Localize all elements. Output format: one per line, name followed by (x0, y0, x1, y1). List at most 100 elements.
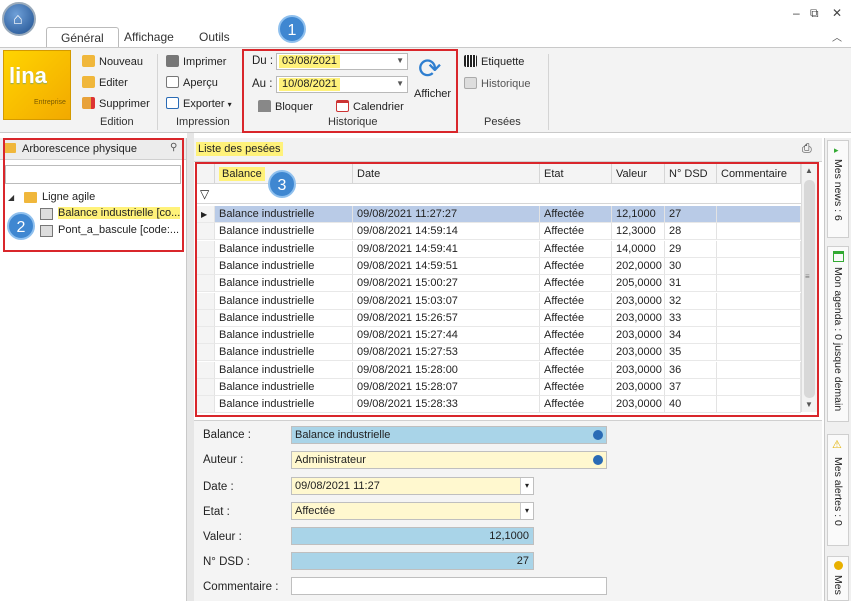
chevron-down-icon[interactable]: ▼ (396, 56, 404, 65)
print-button[interactable]: Imprimer (166, 53, 226, 71)
new-button[interactable]: Nouveau (82, 53, 143, 71)
to-label: Au : (252, 78, 273, 90)
to-date-value: 10/08/2021 (279, 78, 341, 91)
tab-affichage[interactable]: Affichage (110, 27, 188, 47)
edition-group-label: Edition (100, 116, 134, 128)
date-value: 09/08/2021 11:27 (295, 480, 380, 492)
dsd-field[interactable]: 27 (291, 552, 534, 570)
side-tab-more-label: Mes (832, 575, 844, 595)
edit-label: Editer (99, 77, 128, 89)
delete-button[interactable]: Supprimer (82, 95, 150, 113)
annotation-box-3 (195, 162, 819, 417)
side-panel: ▸ Mes news : 6 Mon agenda : 0 jusque dem… (824, 138, 851, 601)
new-label: Nouveau (99, 56, 144, 68)
tab-outils[interactable]: Outils (185, 27, 244, 47)
delete-label: Supprimer (99, 98, 150, 110)
show-button[interactable]: ⟳ Afficher (414, 53, 454, 103)
side-tab-news[interactable]: ▸ Mes news : 6 (827, 140, 849, 238)
side-tab-more[interactable]: Mes (827, 556, 849, 601)
splitter[interactable] (187, 133, 194, 601)
lina-logo: lina Entreprise (3, 50, 71, 120)
ribbon-divider (0, 47, 851, 48)
balance-field[interactable]: Balance industrielle (291, 426, 607, 444)
minimize-button[interactable]: – (793, 6, 800, 20)
export-icon (166, 97, 179, 109)
logo-text: lina (9, 63, 47, 88)
barcode-icon (464, 55, 477, 67)
chevron-down-icon[interactable]: ▾ (520, 503, 533, 519)
collapse-ribbon-icon[interactable]: ︿ (832, 29, 842, 44)
restore-button[interactable]: ⧉ (810, 6, 819, 21)
separator (157, 54, 158, 130)
list-pane-title: Liste des pesées (196, 142, 283, 156)
folder-edit-icon (82, 76, 95, 88)
news-icon: ▸ (834, 145, 839, 155)
balance-label: Balance : (203, 429, 251, 441)
commentaire-field[interactable] (291, 577, 607, 595)
lock-button[interactable]: Bloquer (258, 98, 313, 116)
open-link-icon[interactable] (593, 455, 603, 465)
app-menu-button[interactable]: ⌂ (2, 2, 36, 36)
side-tab-news-label: Mes news : 6 (832, 159, 844, 221)
export-label: Exporter (183, 98, 225, 110)
tab-general[interactable]: Général (46, 27, 119, 47)
etat-label: Etat : (203, 506, 230, 518)
etat-select[interactable]: Affectée ▾ (291, 502, 534, 520)
logo-subtext: Entreprise (34, 99, 66, 106)
list-pane-header: Liste des pesées ⎙ (194, 138, 822, 162)
from-date-value: 03/08/2021 (279, 55, 341, 68)
etat-value: Affectée (295, 505, 336, 517)
calendar-icon (833, 251, 844, 262)
annotation-badge-3: 3 (268, 170, 296, 198)
calendar-icon (336, 100, 349, 112)
date-label: Date : (203, 481, 234, 493)
to-date-field[interactable]: 10/08/2021 ▼ (276, 76, 408, 93)
valeur-label: Valeur : (203, 531, 242, 543)
label-button[interactable]: Etiquette (464, 53, 524, 71)
home-icon: ⌂ (13, 11, 23, 28)
export-button[interactable]: Exporter ▾ (166, 95, 232, 113)
dsd-label: N° DSD : (203, 556, 250, 568)
label-label: Etiquette (481, 56, 525, 68)
separator (548, 54, 549, 130)
balance-value: Balance industrielle (295, 429, 391, 441)
warning-icon: ⚠ (832, 439, 842, 451)
annotation-badge-2: 2 (7, 212, 35, 240)
historique-group-label: Historique (328, 116, 378, 128)
calendar-button[interactable]: Calendrier (336, 98, 404, 116)
bell-icon (834, 561, 843, 570)
printer-icon (166, 55, 179, 67)
calendar-label: Calendrier (353, 101, 404, 113)
commentaire-label: Commentaire : (203, 581, 279, 593)
side-tab-alerts[interactable]: ⚠ Mes alertes : 0 (827, 434, 849, 546)
from-date-field[interactable]: 03/08/2021 ▼ (276, 53, 408, 70)
history-button[interactable]: Historique (464, 75, 531, 93)
pesees-group-label: Pesées (484, 116, 521, 128)
print-label: Imprimer (183, 56, 227, 68)
folder-delete-icon (82, 97, 95, 109)
auteur-value: Administrateur (295, 454, 366, 466)
history-label: Historique (481, 78, 531, 90)
close-button[interactable]: ✕ (832, 6, 842, 20)
auteur-label: Auteur : (203, 454, 244, 466)
preview-label: Aperçu (183, 77, 218, 89)
preview-button[interactable]: Aperçu (166, 74, 218, 92)
from-label: Du : (252, 55, 274, 67)
chevron-down-icon[interactable]: ▼ (396, 79, 404, 88)
auteur-field[interactable]: Administrateur (291, 451, 607, 469)
chevron-down-icon[interactable]: ▾ (520, 478, 533, 494)
open-link-icon[interactable] (593, 430, 603, 440)
valeur-field[interactable]: 12,1000 (291, 527, 534, 545)
refresh-icon: ⟳ (418, 53, 442, 84)
folder-new-icon (82, 55, 95, 67)
side-tab-agenda[interactable]: Mon agenda : 0 jusque demain (827, 246, 849, 422)
lock-icon (258, 100, 271, 112)
edit-button[interactable]: Editer (82, 74, 128, 92)
preview-icon (166, 76, 179, 88)
impression-group-label: Impression (176, 116, 230, 128)
dropdown-arrow-icon: ▾ (227, 100, 232, 109)
printer-icon[interactable]: ⎙ (802, 141, 812, 156)
annotation-badge-1: 1 (278, 15, 306, 43)
date-field[interactable]: 09/08/2021 11:27 ▾ (291, 477, 534, 495)
side-tab-alerts-label: Mes alertes : 0 (832, 457, 844, 526)
